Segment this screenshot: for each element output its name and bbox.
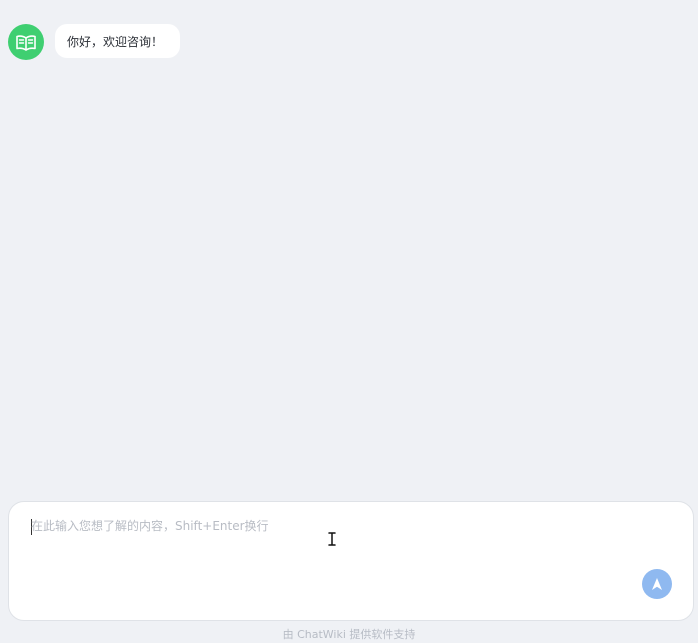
send-button[interactable] — [642, 569, 672, 599]
assistant-avatar — [8, 24, 44, 60]
chat-area: 你好，欢迎咨询！ — [0, 0, 698, 500]
send-icon — [652, 578, 662, 590]
message-composer[interactable] — [8, 501, 694, 621]
assistant-message: 你好，欢迎咨询！ — [8, 24, 181, 60]
powered-by-note: 由 ChatWiki 提供软件支持 — [282, 628, 416, 641]
book-icon — [16, 35, 36, 51]
message-text: 你好，欢迎咨询！ — [67, 34, 164, 49]
message-bubble: 你好，欢迎咨询！ — [55, 24, 181, 58]
message-input[interactable] — [31, 516, 651, 606]
